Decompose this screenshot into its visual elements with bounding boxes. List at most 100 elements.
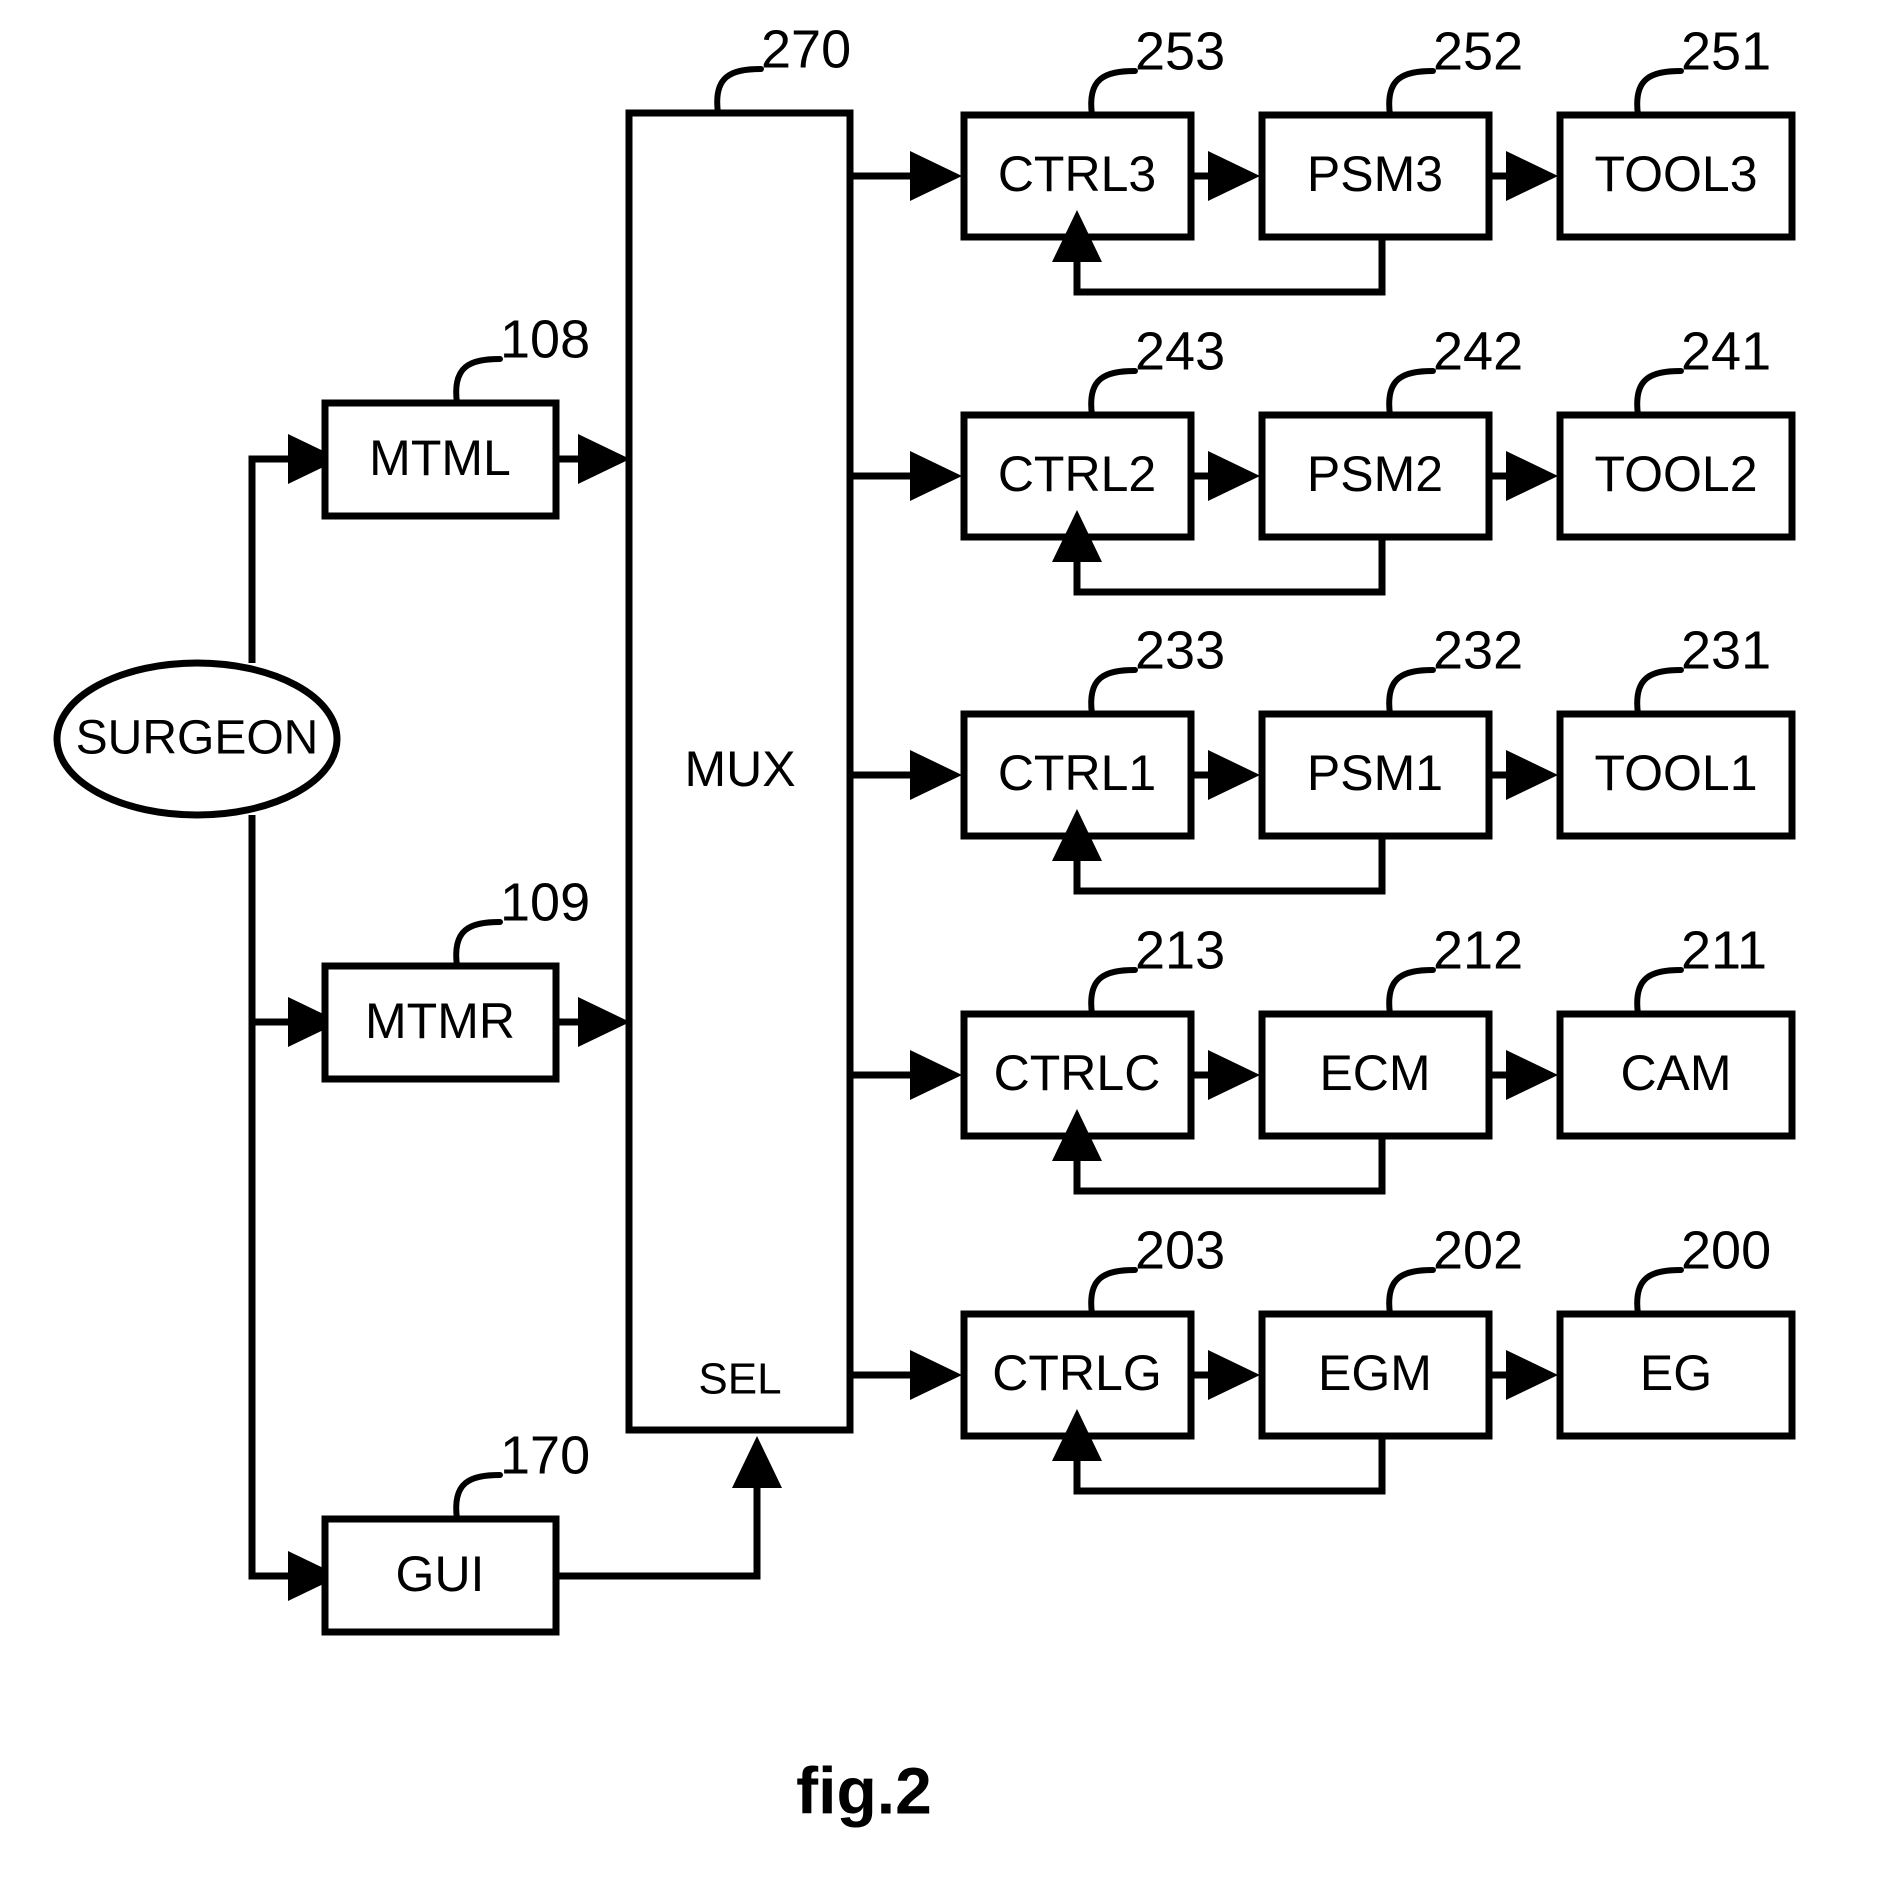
arrowhead-sel-in (732, 1436, 782, 1488)
wire-feedback-psm3-ctrl3 (1073, 237, 1386, 296)
tool1-ref-number: 231 (1681, 620, 1771, 680)
ecm-label: ECM (1319, 1045, 1430, 1101)
cam-ref-number: 211 (1681, 920, 1767, 980)
arrowhead-ctrl3-in (910, 151, 962, 201)
ecm-ref-number: 212 (1433, 920, 1523, 980)
figure-page: SURGEON MTML 108 MTMR 109 GUI 170 MUX SE… (0, 0, 1893, 1893)
gui-label: GUI (396, 1546, 485, 1602)
ctrl3-ref-number: 253 (1135, 21, 1225, 81)
psm2-ref-leader (1386, 368, 1436, 418)
tool1-label: TOOL1 (1594, 745, 1757, 801)
cam-label: CAM (1620, 1045, 1731, 1101)
psm1-label: PSM1 (1307, 745, 1443, 801)
block-mtml[interactable]: MTML 108 (321, 309, 590, 520)
block-mtmr[interactable]: MTMR 109 (321, 872, 590, 1083)
ctrlg-ref-number: 203 (1135, 1220, 1225, 1280)
ctrlc-ref-leader (1088, 967, 1138, 1017)
mtml-label: MTML (369, 430, 511, 486)
chain-tool2: CTRL2 243 PSM2 242 TOOL2 241 (850, 321, 1796, 596)
arrowhead-eg-in (1506, 1350, 1558, 1400)
egm-label: EGM (1318, 1345, 1432, 1401)
arrowhead-tool3-in (1506, 151, 1558, 201)
mux-select-label: SEL (698, 1355, 781, 1404)
psm3-ref-number: 252 (1433, 21, 1523, 81)
wire-seg-gui-sel (556, 1488, 761, 1580)
ctrl3-ref-leader (1088, 68, 1138, 118)
ctrl1-label: CTRL1 (998, 745, 1156, 801)
arrowhead-tool2-in (1506, 451, 1558, 501)
ctrlg-ref-leader (1088, 1267, 1138, 1317)
arrowhead-mux-in-mtml (578, 434, 630, 484)
egm-ref-leader (1386, 1267, 1436, 1317)
eg-ref-leader (1634, 1267, 1684, 1317)
mtmr-ref-leader (453, 919, 503, 969)
arrowhead-cam-in (1506, 1050, 1558, 1100)
block-gui[interactable]: GUI 170 (321, 1425, 590, 1636)
arrowhead-tool1-in (1506, 750, 1558, 800)
arrowhead-psm2-in (1208, 451, 1260, 501)
arrowhead-ctrl2-in (910, 451, 962, 501)
arrowhead-ctrlg-in (910, 1350, 962, 1400)
wire-feedback-egm-ctrlg (1073, 1436, 1386, 1495)
ctrl1-ref-leader (1088, 667, 1138, 717)
wire-surgeon-to-mtmr (248, 815, 290, 1026)
gui-ref-leader (453, 1472, 503, 1522)
gui-ref-number: 170 (500, 1425, 590, 1485)
eg-label: EG (1640, 1345, 1712, 1401)
psm2-ref-number: 242 (1433, 321, 1523, 381)
ctrlg-label: CTRLG (992, 1345, 1161, 1401)
mux-label: MUX (684, 741, 795, 797)
psm2-label: PSM2 (1307, 446, 1443, 502)
arrowhead-psm1-in (1208, 750, 1260, 800)
block-diagram-canvas: SURGEON MTML 108 MTMR 109 GUI 170 MUX SE… (53, 19, 1796, 1827)
arrowhead-psm3-in (1208, 151, 1260, 201)
tool3-label: TOOL3 (1594, 146, 1757, 202)
ctrlc-ref-number: 213 (1135, 920, 1225, 980)
wire-feedback-psm2-ctrl2 (1073, 537, 1386, 596)
mtml-ref-leader (453, 356, 503, 406)
wire-feedback-ecm-ctrlc (1073, 1136, 1386, 1195)
mtmr-ref-number: 109 (500, 872, 590, 932)
wire-mtml-to-mux (556, 434, 630, 484)
mtmr-label: MTMR (365, 993, 515, 1049)
arrowhead-egm-in (1208, 1350, 1260, 1400)
surgeon-actor: SURGEON (53, 659, 341, 819)
wire-feedback-psm1-ctrl1 (1073, 836, 1386, 895)
arrowhead-ecm-in (1208, 1050, 1260, 1100)
figure-caption: fig.2 (796, 1753, 932, 1827)
tool3-ref-leader (1634, 68, 1684, 118)
arrowhead-ctrl1-in (910, 750, 962, 800)
tool3-ref-number: 251 (1681, 21, 1771, 81)
psm1-ref-number: 232 (1433, 620, 1523, 680)
surgeon-label: SURGEON (76, 712, 319, 765)
chain-tool1: CTRL1 233 PSM1 232 TOOL1 231 (850, 620, 1796, 895)
chain-tool3: CTRL3 253 PSM3 252 TOOL3 251 (850, 21, 1796, 296)
ecm-ref-leader (1386, 967, 1436, 1017)
ctrl1-ref-number: 233 (1135, 620, 1225, 680)
psm3-ref-leader (1386, 68, 1436, 118)
ctrl3-label: CTRL3 (998, 146, 1156, 202)
wire-mtmr-to-mux (556, 997, 630, 1047)
arrowhead-mux-in-mtmr (578, 997, 630, 1047)
mtml-ref-number: 108 (500, 309, 590, 369)
arrowhead-ctrlc-in (910, 1050, 962, 1100)
tool2-ref-number: 241 (1681, 321, 1771, 381)
psm1-ref-leader (1386, 667, 1436, 717)
mux-ref-leader (714, 66, 764, 116)
cam-ref-leader (1634, 967, 1684, 1017)
ctrlc-label: CTRLC (994, 1045, 1161, 1101)
eg-ref-number: 200 (1681, 1220, 1771, 1280)
chain-eg: CTRLG 203 EGM 202 EG 200 (850, 1220, 1796, 1495)
egm-ref-number: 202 (1433, 1220, 1523, 1280)
wire-surgeon-to-mtml (248, 455, 290, 663)
psm3-label: PSM3 (1307, 146, 1443, 202)
tool2-ref-leader (1634, 368, 1684, 418)
chain-cam: CTRLC 213 ECM 212 CAM 211 (850, 920, 1796, 1195)
ctrl2-ref-number: 243 (1135, 321, 1225, 381)
tool2-label: TOOL2 (1594, 446, 1757, 502)
tool1-ref-leader (1634, 667, 1684, 717)
mux-ref-number: 270 (761, 19, 851, 79)
block-mux[interactable]: MUX SEL 270 (625, 19, 854, 1434)
ctrl2-ref-leader (1088, 368, 1138, 418)
ctrl2-label: CTRL2 (998, 446, 1156, 502)
